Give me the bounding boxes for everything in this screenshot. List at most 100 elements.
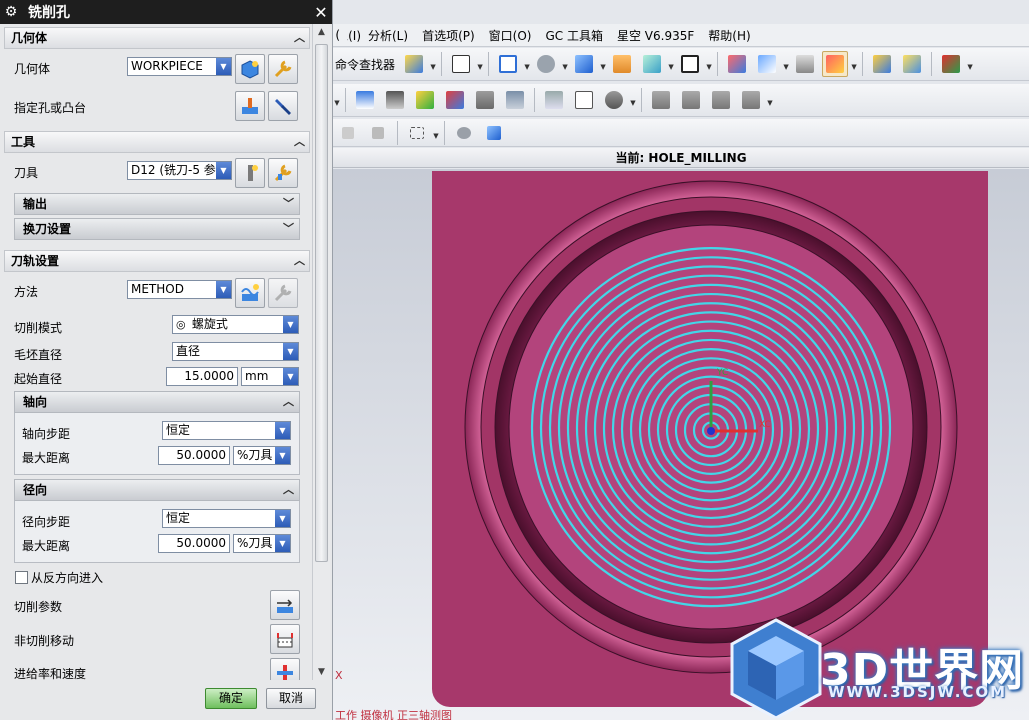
rectangle-select-icon[interactable] — [404, 120, 430, 146]
create-tool-icon[interactable] — [382, 87, 408, 113]
blank-diameter-select[interactable]: 直径 ▼ — [172, 342, 299, 361]
command-finder-icon[interactable] — [401, 51, 427, 77]
axial-max-input[interactable]: 50.0000 — [158, 446, 230, 465]
machine-tool-view-icon[interactable] — [678, 87, 704, 113]
chevron-up-icon[interactable]: ︿ — [294, 132, 305, 152]
radial-step-select[interactable]: 恒定 ▼ — [162, 509, 291, 528]
axial-step-select[interactable]: 恒定 ▼ — [162, 421, 291, 440]
post-process-icon[interactable] — [571, 87, 597, 113]
shaded-cube-icon[interactable] — [571, 51, 597, 77]
chevron-down-icon[interactable]: ▼ — [667, 51, 675, 77]
tool-group-header[interactable]: 工具 ︿ — [4, 131, 310, 153]
path-settings-group-header[interactable]: 刀轨设置 ︿ — [4, 250, 310, 272]
create-method-icon[interactable] — [472, 87, 498, 113]
menu-assembly-partial[interactable]: ) — [333, 28, 347, 42]
feeds-speeds-button[interactable] — [270, 658, 300, 680]
chevron-down-icon[interactable]: ▼ — [283, 343, 298, 360]
chevron-down-icon[interactable]: ▼ — [850, 51, 858, 77]
chevron-down-icon[interactable]: ▼ — [275, 422, 290, 439]
chevron-up-icon[interactable]: ︿ — [294, 251, 305, 271]
create-program-icon[interactable] — [352, 87, 378, 113]
create-operation-icon[interactable] — [502, 87, 528, 113]
play-icon[interactable] — [938, 51, 964, 77]
move-object-icon[interactable] — [754, 51, 780, 77]
fit-view-icon[interactable] — [495, 51, 521, 77]
cut-mode-select[interactable]: ◎ 螺旋式 ▼ — [172, 315, 299, 334]
start-diameter-input[interactable]: 15.0000 — [166, 367, 238, 386]
method-select[interactable]: METHOD ▼ — [127, 280, 232, 299]
chevron-up-icon[interactable]: ︿ — [283, 480, 294, 500]
background-icon[interactable] — [677, 51, 703, 77]
gear-icon[interactable]: ⚙ — [0, 4, 22, 20]
feature-icon[interactable] — [792, 51, 818, 77]
view-orient-icon[interactable] — [533, 51, 559, 77]
generate-path-icon[interactable] — [412, 87, 438, 113]
selection-filter-icon[interactable] — [335, 120, 361, 146]
scroll-down-icon[interactable]: ▼ — [313, 664, 330, 680]
geometry-group-header[interactable]: 几何体 ︿ — [4, 27, 310, 49]
create-geometry-icon[interactable] — [442, 87, 468, 113]
radial-subgroup-header[interactable]: 径向 ︿ — [14, 479, 300, 501]
chevron-up-icon[interactable]: ︿ — [294, 28, 305, 48]
chevron-down-icon[interactable]: ﹀ — [283, 194, 294, 214]
output-subgroup-header[interactable]: 输出 ﹀ — [14, 193, 300, 215]
chevron-down-icon[interactable]: ▼ — [523, 51, 531, 77]
menu-info[interactable]: 信息(I) — [347, 27, 361, 44]
analysis-icon[interactable] — [899, 51, 925, 77]
snap-icon[interactable] — [822, 51, 849, 77]
chevron-down-icon[interactable]: ▼ — [333, 87, 341, 113]
dialog-titlebar[interactable]: ⚙ 铣削孔 ✕ — [0, 0, 332, 24]
new-method-button[interactable] — [235, 278, 265, 308]
chevron-down-icon[interactable]: ▼ — [705, 51, 713, 77]
menu-preferences[interactable]: 首选项(P) — [415, 27, 482, 44]
program-order-icon[interactable] — [648, 87, 674, 113]
geometry-select[interactable]: WORKPIECE ▼ — [127, 57, 232, 76]
axial-max-unit-select[interactable]: %刀具 ▼ — [233, 446, 291, 465]
chevron-down-icon[interactable]: ▼ — [283, 316, 298, 333]
layer-icon[interactable] — [609, 51, 635, 77]
edit-method-button[interactable] — [268, 278, 298, 308]
method-view-icon[interactable] — [738, 87, 764, 113]
chevron-down-icon[interactable]: ▼ — [476, 51, 484, 77]
menu-analysis[interactable]: 分析(L) — [361, 27, 415, 44]
select-arrow-icon[interactable] — [365, 120, 391, 146]
toolchange-subgroup-header[interactable]: 换刀设置 ﹀ — [14, 218, 300, 240]
chevron-down-icon[interactable]: ▼ — [629, 87, 637, 113]
chevron-down-icon[interactable]: ▼ — [432, 120, 440, 146]
chevron-down-icon[interactable]: ▼ — [275, 510, 290, 527]
body-select-icon[interactable] — [451, 120, 477, 146]
chevron-down-icon[interactable]: ▼ — [275, 535, 290, 552]
chevron-down-icon[interactable]: ▼ — [216, 162, 231, 179]
chevron-down-icon[interactable]: ▼ — [561, 51, 569, 77]
chevron-down-icon[interactable]: ▼ — [966, 51, 974, 77]
reverse-entry-checkbox[interactable] — [15, 571, 28, 584]
close-icon[interactable]: ✕ — [310, 3, 332, 22]
command-finder-label[interactable]: 命令查找器 — [333, 56, 399, 73]
start-diameter-unit-select[interactable]: mm ▼ — [241, 367, 299, 386]
chevron-down-icon[interactable]: ﹀ — [283, 219, 294, 239]
ok-button[interactable]: 确定 — [205, 688, 257, 709]
tool-select[interactable]: D12 (铣刀-5 参 ▼ — [127, 161, 232, 180]
chevron-down-icon[interactable]: ▼ — [216, 281, 231, 298]
chevron-up-icon[interactable]: ︿ — [283, 392, 294, 412]
new-tool-button[interactable] — [235, 158, 265, 188]
radial-max-input[interactable]: 50.0000 — [158, 534, 230, 553]
axial-subgroup-header[interactable]: 轴向 ︿ — [14, 391, 300, 413]
geometry-view-icon[interactable] — [708, 87, 734, 113]
shop-doc-icon[interactable] — [601, 87, 627, 113]
chevron-down-icon[interactable]: ▼ — [283, 368, 298, 385]
measure-icon[interactable] — [869, 51, 895, 77]
edit-geometry-button[interactable] — [268, 54, 298, 84]
scrollbar-thumb[interactable] — [315, 44, 328, 562]
info-icon[interactable] — [448, 51, 474, 77]
menu-help[interactable]: 帮助(H) — [701, 27, 757, 44]
section-view-icon[interactable] — [639, 51, 665, 77]
chevron-down-icon[interactable]: ▼ — [216, 58, 231, 75]
menu-xingkong[interactable]: 星空 V6.935F — [610, 27, 701, 44]
chevron-down-icon[interactable]: ▼ — [275, 447, 290, 464]
menu-window[interactable]: 窗口(O) — [482, 27, 539, 44]
component-select-icon[interactable] — [481, 120, 507, 146]
specify-hole-button[interactable] — [235, 91, 265, 121]
wcs-icon[interactable] — [724, 51, 750, 77]
display-hole-button[interactable] — [268, 91, 298, 121]
